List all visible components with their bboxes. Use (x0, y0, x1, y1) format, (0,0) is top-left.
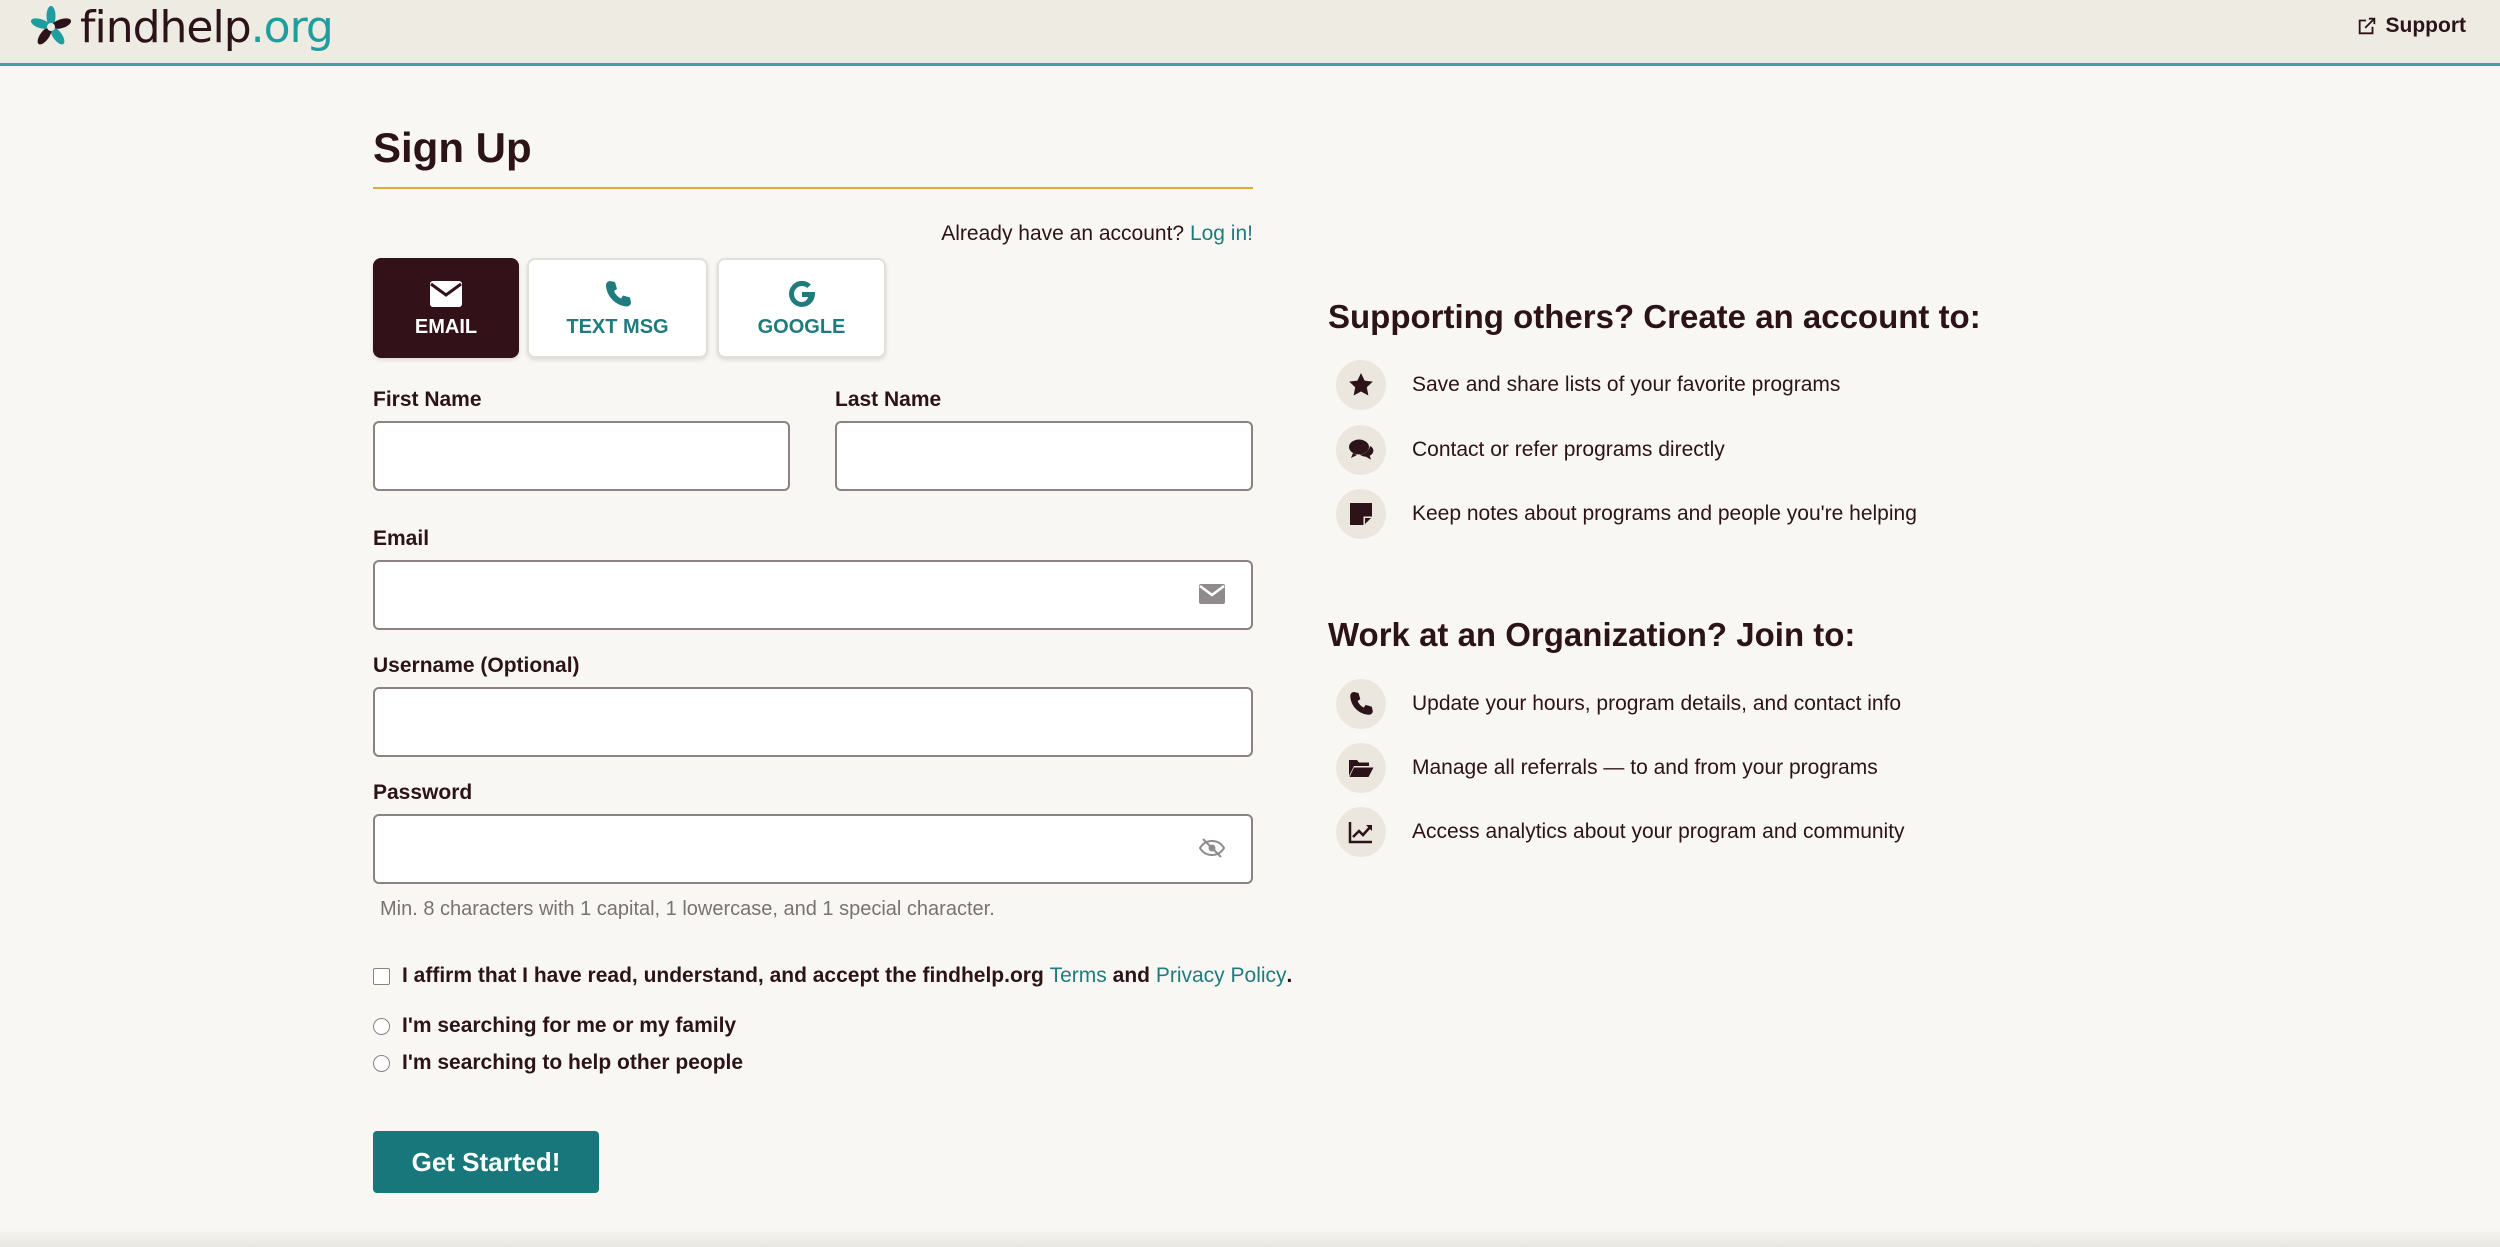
email-field[interactable] (373, 560, 1253, 630)
envelope-icon (1199, 584, 1225, 604)
organization-heading: Work at an Organization? Join to: (1328, 616, 1856, 653)
page-bottom-edge (0, 1228, 2500, 1247)
logo-suffix: .org (250, 1, 334, 53)
benefit-icon-wrap (1336, 425, 1386, 475)
username-field[interactable] (373, 687, 1253, 757)
page-title: Sign Up (373, 124, 532, 171)
login-prompt-text: Already have an account? (941, 222, 1185, 245)
benefit-item: Update your hours, program details, and … (1336, 679, 1901, 729)
terms-period: . (1286, 964, 1293, 987)
eye-slash-icon[interactable] (1198, 836, 1226, 860)
login-link[interactable]: Log in! (1190, 222, 1253, 245)
login-prompt: Already have an account? Log in! (373, 222, 1253, 246)
benefit-text: Save and share lists of your favorite pr… (1412, 373, 1841, 396)
password-label: Password (373, 781, 473, 804)
get-started-button[interactable]: Get Started! (373, 1131, 599, 1193)
terms-link[interactable]: Terms (1050, 964, 1107, 987)
phone-icon (605, 280, 631, 306)
radio-others-label: I'm searching to help other people (402, 1051, 744, 1074)
sticky-note-icon (1350, 503, 1372, 525)
support-link[interactable]: Support (2356, 14, 2466, 38)
benefit-text: Manage all referrals — to and from your … (1412, 756, 1878, 779)
benefit-icon-wrap (1336, 679, 1386, 729)
folder-open-icon (1349, 760, 1374, 777)
title-underline (373, 187, 1253, 189)
top-bar: findhelp.org Support (0, 0, 2500, 66)
benefit-text: Update your hours, program details, and … (1412, 692, 1902, 715)
first-name-field[interactable] (373, 421, 790, 491)
last-name-field[interactable] (835, 421, 1253, 491)
radio-self-row[interactable]: I'm searching for me or my family (373, 1014, 736, 1038)
line-chart-icon (1348, 822, 1372, 844)
radio-self[interactable] (373, 1017, 390, 1035)
chat-bubbles-icon (1349, 439, 1374, 460)
phone-icon (1350, 692, 1373, 715)
radio-self-label: I'm searching for me or my family (402, 1014, 737, 1037)
tab-email-label: EMAIL (414, 315, 478, 338)
tab-google-label: GOOGLE (757, 315, 846, 338)
email-label: Email (373, 527, 430, 550)
password-field[interactable] (373, 814, 1253, 884)
terms-checkbox[interactable] (373, 967, 390, 985)
supporting-heading: Supporting others? Create an account to: (1328, 298, 1981, 335)
first-name-label: First Name (373, 388, 482, 411)
envelope-icon (430, 280, 462, 307)
logo-find: findhelp (80, 1, 252, 53)
radio-others-row[interactable]: I'm searching to help other people (373, 1051, 743, 1075)
last-name-label: Last Name (835, 388, 942, 411)
tab-google[interactable]: GOOGLE (717, 258, 886, 358)
tab-text-msg-label: TEXT MSG (566, 315, 669, 338)
terms-row: I affirm that I have read, understand, a… (373, 964, 1292, 988)
radio-others[interactable] (373, 1054, 390, 1072)
benefit-icon-wrap (1336, 807, 1386, 857)
benefit-icon-wrap (1336, 743, 1386, 793)
tab-text-msg[interactable]: TEXT MSG (527, 258, 708, 358)
external-link-icon (2358, 17, 2375, 35)
support-label: Support (2385, 14, 2466, 37)
benefit-item: Contact or refer programs directly (1336, 425, 1725, 475)
logo-wordmark: findhelp.org (80, 1, 334, 53)
terms-text: I affirm that I have read, understand, a… (402, 964, 1292, 988)
and-text: and (1112, 964, 1150, 987)
password-hint: Min. 8 characters with 1 capital, 1 lowe… (380, 898, 995, 920)
benefit-item: Manage all referrals — to and from your … (1336, 743, 1878, 793)
benefit-item: Keep notes about programs and people you… (1336, 489, 1917, 539)
star-icon (1349, 373, 1373, 396)
logo-flower-icon (30, 6, 72, 45)
google-icon (788, 280, 815, 307)
tab-email[interactable]: EMAIL (373, 258, 519, 358)
findhelp-logo[interactable]: findhelp.org (28, 1, 334, 53)
benefit-item: Save and share lists of your favorite pr… (1336, 360, 1840, 410)
benefit-icon-wrap (1336, 360, 1386, 410)
benefit-item: Access analytics about your program and … (1336, 807, 1905, 857)
affirm-text: I affirm that I have read, understand, a… (402, 964, 1044, 987)
benefit-icon-wrap (1336, 489, 1386, 539)
benefit-text: Contact or refer programs directly (1412, 438, 1725, 461)
benefit-text: Keep notes about programs and people you… (1412, 502, 1917, 525)
username-label: Username (Optional) (373, 654, 580, 677)
privacy-policy-link[interactable]: Privacy Policy (1156, 964, 1287, 987)
benefit-text: Access analytics about your program and … (1412, 820, 1905, 843)
